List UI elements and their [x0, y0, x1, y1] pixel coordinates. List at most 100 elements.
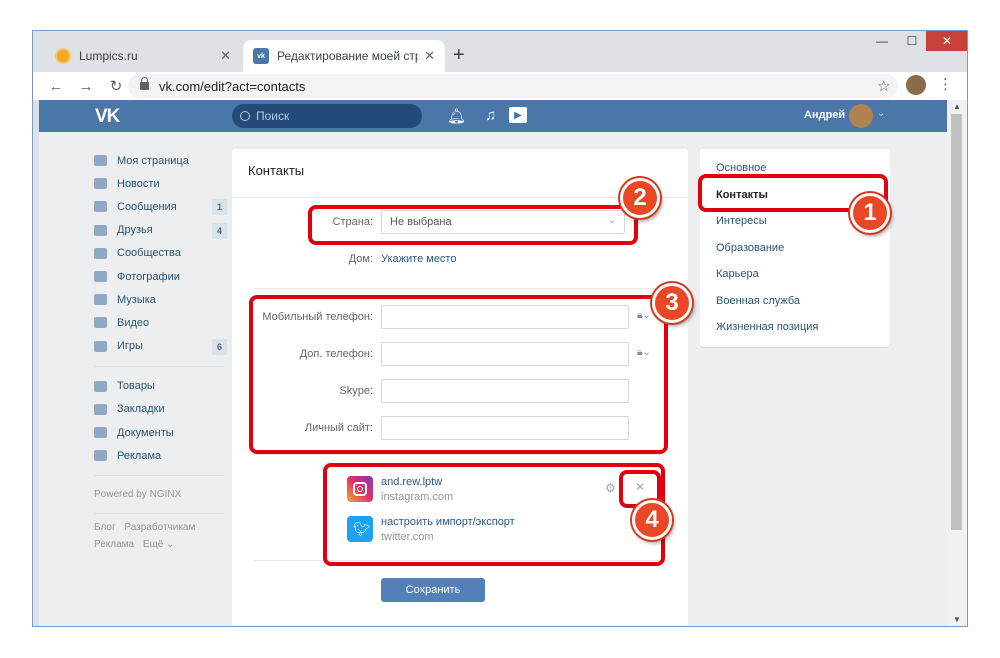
sidebar-item[interactable]: Закладки — [94, 398, 224, 421]
settings-nav-item[interactable]: Основное — [700, 155, 890, 182]
home-label: Дом: — [348, 253, 373, 265]
sidebar-item[interactable]: Музыка — [94, 288, 224, 311]
sidebar-item[interactable]: Товары — [94, 375, 224, 398]
sidebar-item-label: Фотографии — [117, 270, 180, 283]
bookmarks-icon — [94, 403, 107, 415]
close-window-button[interactable]: ✕ — [926, 31, 967, 51]
browser-toolbar: ← → ↻ vk.com/edit?act=contacts ☆ ⋮ — [33, 72, 967, 100]
settings-nav: Основное Контакты Интересы Образование Карье… — [700, 149, 890, 347]
sidebar-item-label: Сообщества — [117, 247, 181, 260]
divider — [94, 365, 224, 367]
groups-icon — [94, 247, 107, 259]
close-tab-icon[interactable]: ✕ — [424, 48, 435, 64]
extra-phone-label: Доп. телефон: — [299, 348, 373, 360]
instagram-domain: instagram.com — [381, 491, 454, 503]
page-content: Моя страница Новости Сообщения 1 Друзья 4 Сооб… — [39, 132, 947, 626]
url-text: vk.com/edit?act=contacts — [159, 78, 306, 94]
sidebar-item[interactable]: Друзья 4 — [94, 219, 227, 242]
photos-icon — [94, 271, 107, 283]
twitter-icon: 🐦︎ — [347, 516, 373, 542]
sidebar-item[interactable]: Фотографии — [94, 265, 224, 288]
scroll-up-icon[interactable]: ▲ — [953, 102, 961, 111]
vk-search-input[interactable]: Поиск — [232, 104, 422, 128]
back-button[interactable]: ← — [43, 78, 69, 95]
player-play-icon[interactable]: ▶ — [509, 107, 527, 123]
privacy-lock-icon[interactable]: 🔒︎⌄ — [637, 347, 651, 358]
skype-label: Skype: — [339, 385, 373, 397]
close-tab-icon[interactable]: ✕ — [220, 48, 231, 64]
sidebar-item[interactable]: Сообщения 1 — [94, 195, 227, 218]
powered-by: Powered by NGINX — [94, 489, 182, 501]
twitter-import-link[interactable]: настроить импорт/экспорт — [381, 516, 515, 528]
sidebar-item-label: Видео — [117, 316, 150, 329]
personal-site-label: Личный сайт: — [304, 422, 373, 434]
privacy-lock-icon[interactable]: 🔒︎⌄ — [637, 310, 651, 321]
save-button[interactable]: Сохранить — [381, 578, 485, 602]
divider — [254, 454, 666, 455]
chevron-down-icon: ⌄ — [607, 215, 616, 226]
sidebar-item[interactable]: Игры 6 — [94, 335, 227, 358]
settings-nav-item[interactable]: Карьера — [700, 261, 890, 288]
sidebar-item-label: Моя страница — [117, 154, 189, 167]
sidebar-item[interactable]: Моя страница — [94, 149, 224, 172]
close-icon[interactable]: ✕ — [635, 480, 645, 494]
divider — [94, 475, 224, 477]
new-tab-button[interactable]: + — [453, 44, 465, 67]
minimize-button[interactable]: — — [869, 31, 895, 51]
music-note-icon[interactable]: ♫ — [485, 107, 496, 124]
settings-nav-item[interactable]: Жизненная позиция — [700, 314, 890, 341]
sidebar-item[interactable]: Новости — [94, 172, 224, 195]
tab-strip: Lumpics.ru ✕ vk Редактирование моей стра… — [33, 31, 967, 72]
mobile-phone-input[interactable] — [381, 305, 629, 329]
footer-link-blog[interactable]: Блог — [94, 522, 116, 533]
settings-nav-item[interactable]: Военная служба — [700, 288, 890, 315]
bookmark-star-icon[interactable]: ☆ — [877, 77, 890, 95]
vk-header: VK Поиск 🔔︎ ♫ ▶ Андрей ⌄ — [39, 100, 947, 132]
music-icon — [94, 294, 107, 306]
forward-button[interactable]: → — [73, 78, 99, 95]
reload-button[interactable]: ↻ — [103, 77, 129, 95]
news-icon — [94, 178, 107, 190]
instagram-icon — [347, 476, 373, 502]
instagram-account-link[interactable]: and.rew.lptw — [381, 476, 442, 488]
skype-input[interactable] — [381, 379, 629, 403]
home-place-link[interactable]: Укажите место — [381, 253, 456, 265]
vk-logo[interactable]: VK — [95, 106, 120, 128]
sidebar-item[interactable]: Видео — [94, 311, 224, 334]
gear-icon[interactable]: ⚙ — [605, 481, 616, 495]
scrollbar-thumb[interactable] — [951, 114, 962, 530]
sidebar-item[interactable]: Реклама — [94, 444, 224, 467]
sidebar-item[interactable]: Документы — [94, 421, 224, 444]
sidebar-item-label: Товары — [117, 380, 155, 393]
tab-lumpics[interactable]: Lumpics.ru ✕ — [45, 40, 241, 72]
count-badge: 1 — [212, 199, 227, 216]
sidebar-item-label: Новости — [117, 177, 160, 190]
settings-nav-item[interactable]: Образование — [700, 235, 890, 262]
scrollbar[interactable]: ▲ ▼ — [947, 100, 967, 626]
vk-user-avatar[interactable] — [849, 104, 873, 128]
browser-profile-avatar[interactable] — [906, 75, 926, 95]
sidebar-item[interactable]: Сообщества — [94, 242, 224, 265]
tab-vk-edit[interactable]: vk Редактирование моей страниц ✕ — [243, 40, 445, 72]
country-select[interactable]: Не выбрана ⌄ — [381, 210, 625, 234]
sidebar-item-label: Друзья — [117, 224, 153, 237]
country-value: Не выбрана — [390, 216, 452, 228]
sidebar-item-label: Реклама — [117, 449, 162, 462]
personal-site-input[interactable] — [381, 416, 629, 440]
browser-menu-icon[interactable]: ⋮ — [938, 75, 953, 93]
left-menu: Моя страница Новости Сообщения 1 Друзья 4 Сооб… — [94, 149, 227, 550]
address-bar[interactable]: vk.com/edit?act=contacts — [128, 74, 898, 98]
video-icon — [94, 317, 107, 329]
footer-link-ads[interactable]: Реклама — [94, 539, 134, 550]
maximize-button[interactable]: ☐ — [899, 31, 925, 51]
country-label: Страна: — [332, 216, 373, 228]
extra-phone-input[interactable] — [381, 342, 629, 366]
count-badge: 6 — [212, 338, 227, 355]
chevron-down-icon[interactable]: ⌄ — [877, 108, 885, 119]
scroll-down-icon[interactable]: ▼ — [953, 615, 961, 624]
annotation-number-2: 2 — [620, 178, 660, 218]
footer-link-more[interactable]: Ещё ⌄ — [143, 539, 175, 550]
notifications-bell-icon[interactable]: 🔔︎ — [447, 107, 466, 125]
vk-user-name[interactable]: Андрей — [804, 109, 845, 121]
footer-link-developers[interactable]: Разработчикам — [124, 522, 195, 533]
